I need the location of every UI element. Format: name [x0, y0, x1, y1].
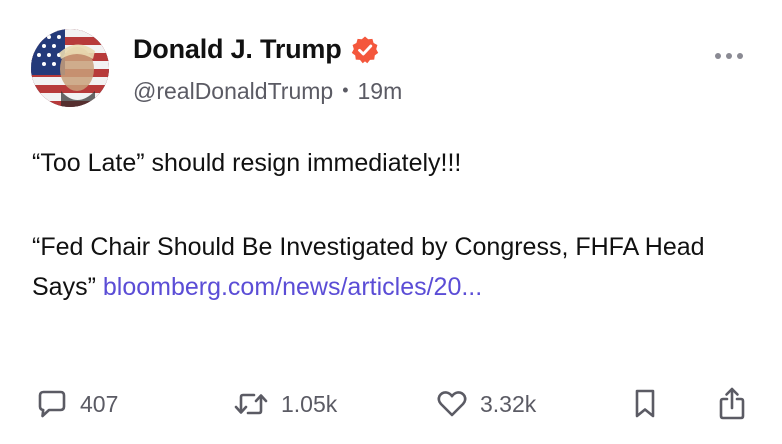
more-horizontal-icon — [715, 53, 721, 59]
like-button[interactable]: 3.32k — [435, 384, 536, 424]
author-meta-row: @realDonaldTrump • 19m — [133, 78, 402, 105]
bookmark-button[interactable] — [630, 384, 660, 424]
share-icon — [716, 386, 748, 422]
bookmark-icon — [630, 387, 660, 421]
more-horizontal-icon-dot — [737, 53, 743, 59]
post-line-1: “Too Late” should resign immediately!!! — [32, 149, 462, 177]
reply-button[interactable]: 407 — [35, 384, 118, 424]
verified-badge-icon — [350, 35, 380, 65]
reply-count: 407 — [80, 390, 119, 417]
author-name-row: Donald J. Trump — [133, 34, 380, 65]
post-quote-paragraph: “Fed Chair Should Be Investigated by Con… — [32, 227, 752, 307]
post-body: “Too Late” should resign immediately!!! … — [32, 143, 752, 307]
repost-icon — [232, 387, 270, 421]
article-link[interactable]: bloomberg.com/news/articles/20... — [103, 273, 482, 301]
post-actions-bar: 407 1.05k 3.32k — [0, 384, 782, 424]
share-button[interactable] — [716, 384, 748, 424]
avatar-image — [31, 29, 109, 107]
heart-icon — [435, 387, 469, 421]
repost-count: 1.05k — [281, 390, 338, 417]
repost-button[interactable]: 1.05k — [232, 384, 337, 424]
more-options-button[interactable] — [715, 53, 743, 59]
avatar[interactable] — [31, 29, 109, 107]
like-count: 3.32k — [480, 390, 537, 417]
post-timestamp[interactable]: 19m — [358, 78, 403, 105]
comment-icon — [35, 387, 69, 421]
more-horizontal-icon-dot — [726, 53, 732, 59]
author-display-name[interactable]: Donald J. Trump — [133, 34, 342, 65]
meta-separator: • — [342, 80, 349, 100]
author-handle[interactable]: @realDonaldTrump — [133, 78, 333, 105]
